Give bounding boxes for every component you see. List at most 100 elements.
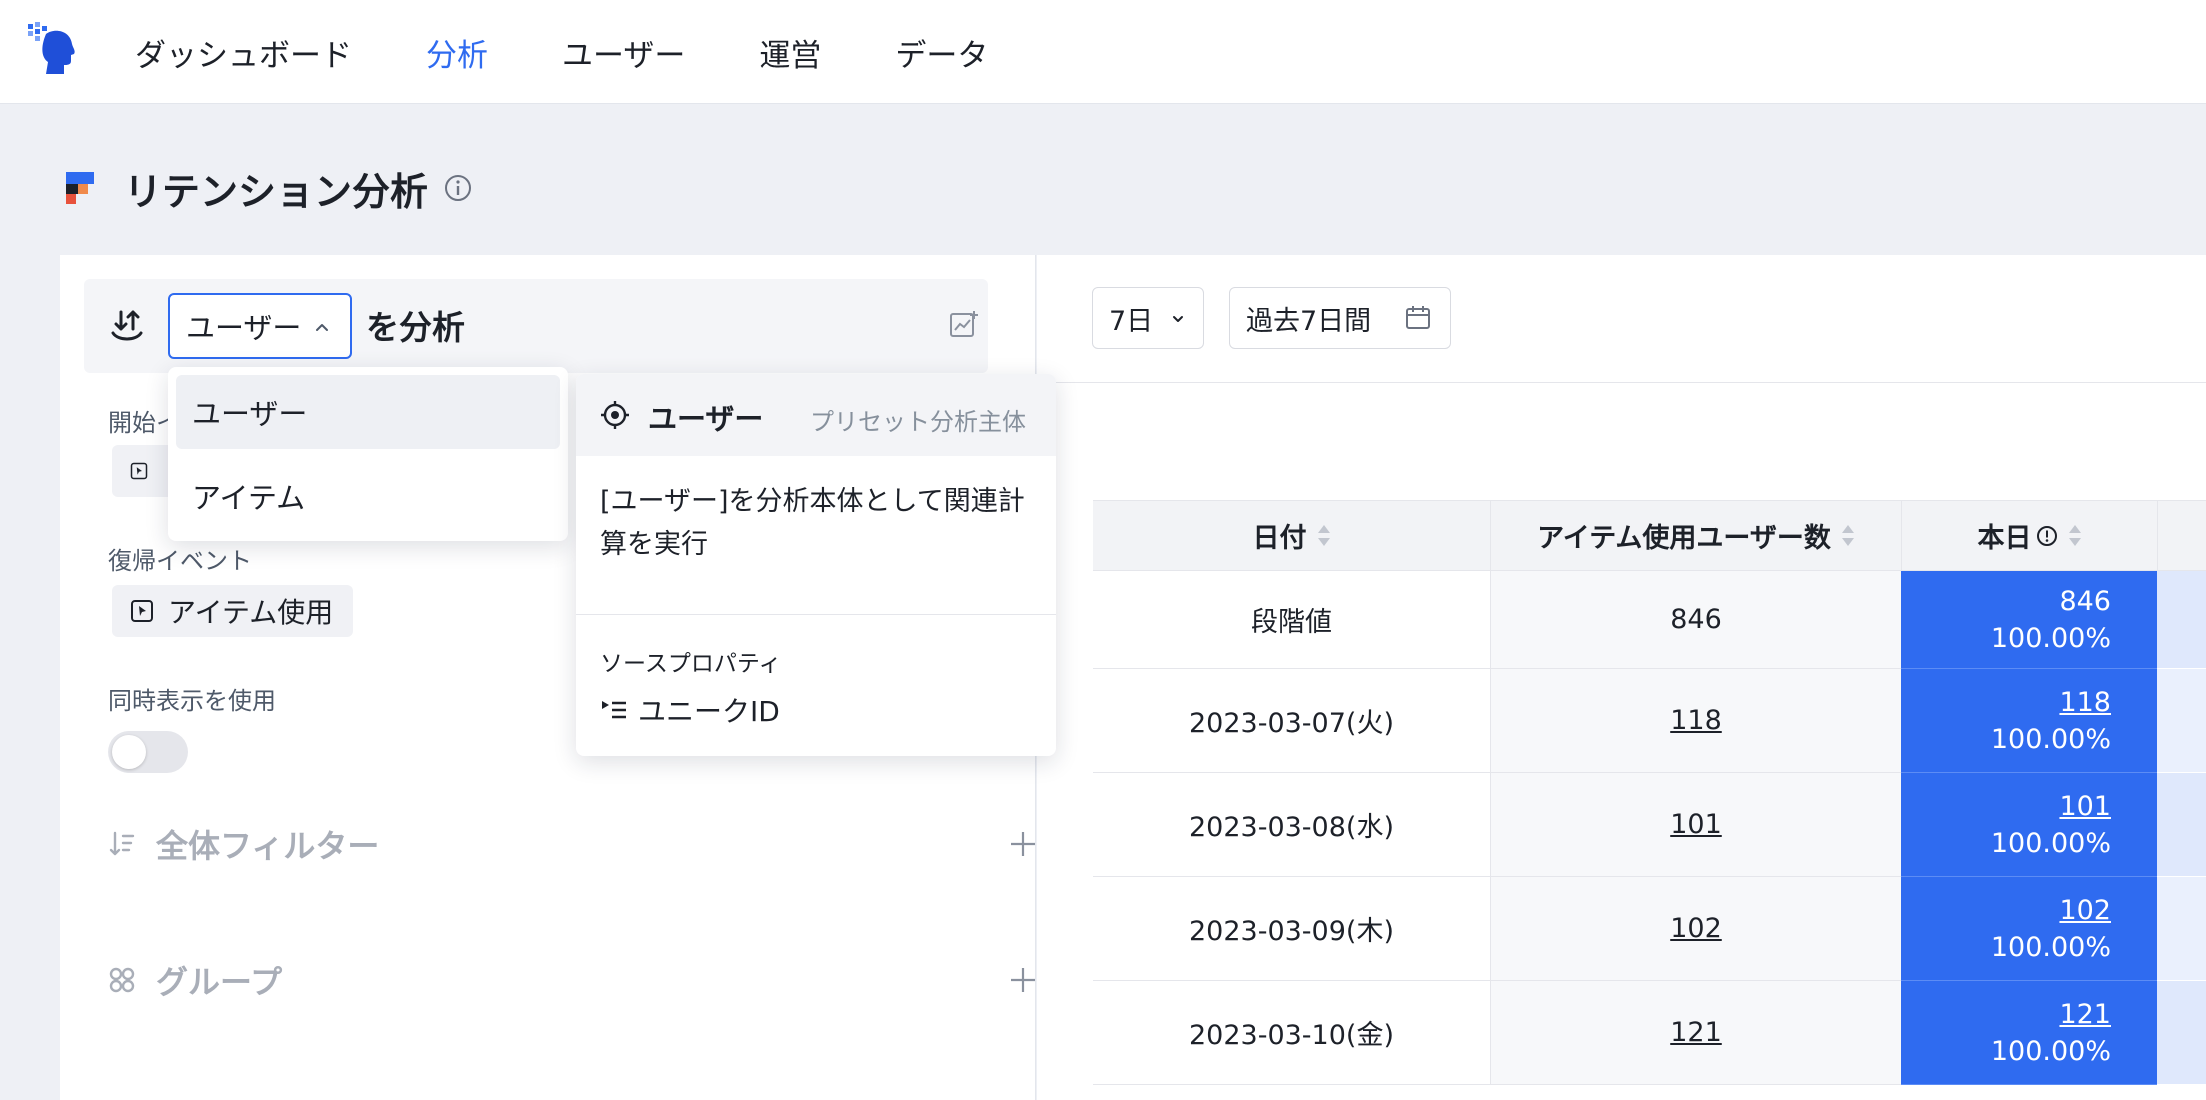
page-title: リテンション分析 [124, 169, 429, 214]
today-value[interactable]: 102 [2059, 892, 2111, 929]
users-count[interactable]: 101 [1670, 809, 1722, 840]
add-filter-icon[interactable] [1008, 829, 1038, 859]
popover-header: ユーザー プリセット分析主体 [576, 374, 1056, 456]
table-cell-date: 2023-03-08(水) [1093, 773, 1490, 877]
chevron-up-icon [316, 324, 328, 331]
group-icon [109, 967, 135, 993]
date-text: 2023-03-09(木) [1189, 916, 1394, 947]
date-text: 2023-03-07(火) [1189, 708, 1394, 739]
page-header: リテンション分析 [62, 160, 472, 216]
info-icon[interactable] [444, 174, 472, 202]
dropdown-option-item[interactable]: アイテム [176, 459, 560, 533]
today-value[interactable]: 101 [2059, 788, 2111, 825]
table-cell-users[interactable]: 102 [1490, 877, 1901, 981]
nav-item-data[interactable]: データ [895, 30, 988, 75]
subject-dropdown: ユーザー アイテム [168, 367, 568, 541]
table-cell-next-day [2157, 571, 2206, 669]
nav-item-operations[interactable]: 運営 [759, 30, 821, 75]
period-select-value: 7日 [1109, 305, 1154, 337]
sort-icon[interactable] [2068, 524, 2082, 548]
group-label: グループ [156, 963, 283, 1001]
analyze-suffix: を分析 [366, 308, 465, 347]
subject-select-value: ユーザー [186, 311, 302, 345]
source-property: ユニークID [600, 690, 780, 730]
nav-item-dashboard[interactable]: ダッシュボード [135, 30, 352, 75]
nav-item-analysis[interactable]: 分析 [426, 30, 488, 75]
nav-item-users[interactable]: ユーザー [562, 30, 685, 75]
analyze-subject-icon [111, 310, 143, 341]
event-icon [130, 462, 148, 480]
date-text: 段階値 [1251, 607, 1332, 638]
popover-description: [ユーザー]を分析本体として関連計算を実行 [600, 486, 1025, 560]
alert-info-icon[interactable] [2036, 525, 2058, 547]
toolbar-divider [1037, 382, 2206, 383]
return-event-value: アイテム使用 [168, 596, 334, 629]
sort-icon[interactable] [1317, 524, 1331, 548]
top-nav: ダッシュボード 分析 ユーザー 運営 データ [0, 0, 2206, 104]
table-cell-users[interactable]: 118 [1490, 669, 1901, 773]
table-cell-date: 段階値 [1093, 571, 1490, 669]
table-cell-next-day [2157, 877, 2206, 981]
toggle-knob [112, 735, 146, 769]
today-percent: 100.00% [1990, 1035, 2111, 1067]
event-icon [131, 600, 153, 622]
calendar-icon [1406, 306, 1430, 329]
today-value: 846 [2059, 585, 2111, 617]
sort-icon[interactable] [1841, 524, 1855, 548]
global-filter-label: 全体フィルター [156, 827, 380, 865]
table-cell-next-day [2157, 981, 2206, 1085]
retention-mark-icon [62, 172, 94, 204]
table-cell-users[interactable]: 121 [1490, 981, 1901, 1085]
popover-divider [576, 614, 1056, 615]
brain-logo-icon[interactable] [24, 20, 84, 80]
target-icon [601, 401, 629, 429]
table-cell-today: 846 100.00% [1901, 571, 2157, 669]
today-value[interactable]: 121 [2059, 996, 2111, 1033]
table-cell-users: 846 [1490, 571, 1901, 669]
table-cell-next-day [2157, 773, 2206, 877]
popover-title: ユーザー [648, 402, 764, 436]
filter-sort-icon [109, 831, 135, 856]
global-filter-section: 全体フィルター [108, 819, 1035, 869]
table-cell-users[interactable]: 101 [1490, 773, 1901, 877]
table-cell-today: 101 100.00% [1901, 773, 2157, 877]
dropdown-option-user[interactable]: ユーザー [176, 375, 560, 449]
users-count[interactable]: 121 [1670, 1017, 1722, 1048]
header-date[interactable]: 日付 [1093, 500, 1490, 571]
header-next-day [2157, 500, 2206, 571]
subject-select[interactable]: ユーザー [168, 293, 352, 359]
add-chart-icon[interactable] [948, 309, 980, 341]
date-text: 2023-03-10(金) [1189, 1020, 1394, 1051]
chevron-down-icon [1173, 316, 1183, 322]
preset-badge: プリセット分析主体 [810, 408, 1026, 436]
users-count[interactable]: 102 [1670, 913, 1722, 944]
header-today[interactable]: 本日 [1901, 500, 2157, 571]
users-count[interactable]: 118 [1670, 705, 1722, 736]
today-percent: 100.00% [1990, 622, 2111, 654]
table-cell-next-day [2157, 669, 2206, 773]
today-value[interactable]: 118 [2059, 684, 2111, 721]
property-list-icon [602, 701, 626, 719]
table-cell-today: 102 100.00% [1901, 877, 2157, 981]
return-event-chip[interactable]: アイテム使用 [112, 585, 354, 637]
table-cell-date: 2023-03-07(火) [1093, 669, 1490, 773]
table-cell-date: 2023-03-09(木) [1093, 877, 1490, 981]
date-range-picker[interactable]: 過去7日間 [1229, 287, 1451, 349]
analyze-subject-bar: ユーザー を分析 [84, 279, 988, 373]
today-percent: 100.00% [1990, 931, 2111, 963]
simultaneous-label: 同時表示を使用 [108, 687, 276, 715]
today-percent: 100.00% [1990, 827, 2111, 859]
add-group-icon[interactable] [1008, 965, 1038, 995]
period-select[interactable]: 7日 [1092, 287, 1204, 349]
simultaneous-toggle[interactable] [108, 731, 188, 773]
table-cell-today: 118 100.00% [1901, 669, 2157, 773]
today-percent: 100.00% [1990, 723, 2111, 755]
header-item-users[interactable]: アイテム使用ユーザー数 [1490, 500, 1901, 571]
group-section: グループ [108, 955, 1035, 1005]
users-count: 846 [1670, 604, 1722, 635]
table-cell-today: 121 100.00% [1901, 981, 2157, 1085]
table-cell-date: 2023-03-10(金) [1093, 981, 1490, 1085]
return-event-label: 復帰イベント [108, 547, 252, 575]
date-text: 2023-03-08(水) [1189, 812, 1394, 843]
source-property-value: ユニークID [638, 695, 780, 728]
